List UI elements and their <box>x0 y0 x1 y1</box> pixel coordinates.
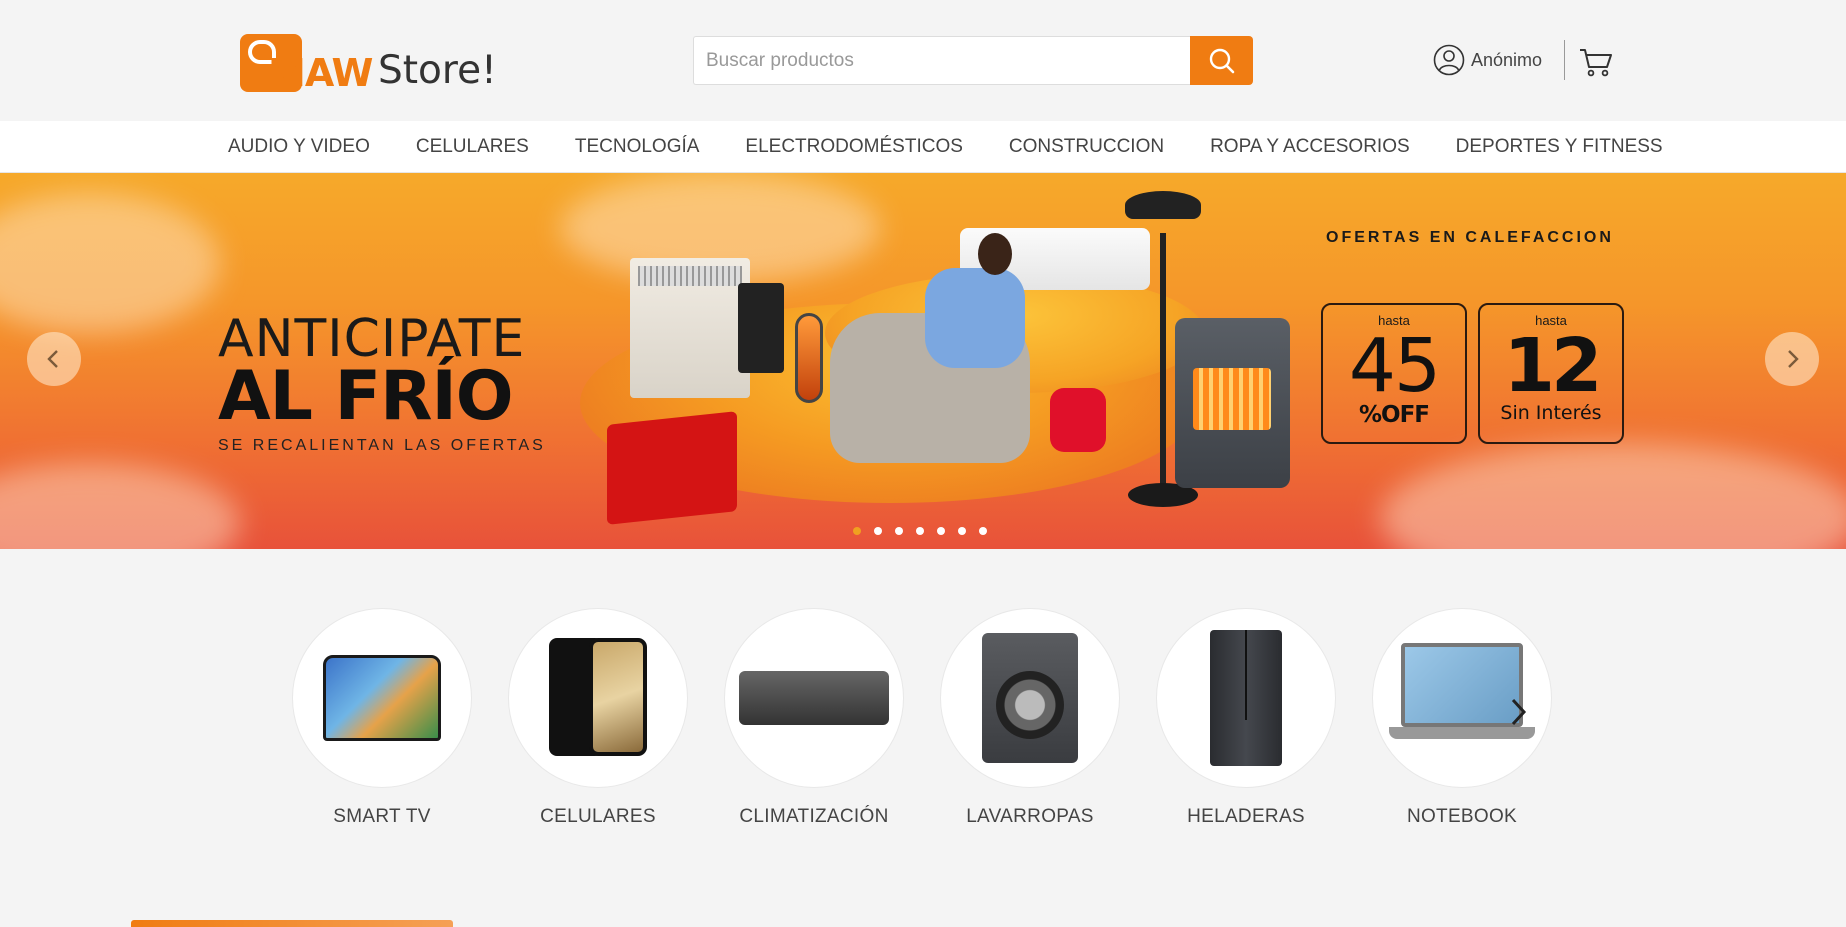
chevron-right-icon <box>1788 350 1799 368</box>
nav-item-audio-video[interactable]: AUDIO Y VIDEO <box>228 136 370 158</box>
category-image-circle <box>292 608 472 788</box>
section-accent-bar <box>131 920 453 927</box>
person-image <box>925 268 1025 368</box>
category-heladeras[interactable]: HELADERAS <box>1156 608 1336 828</box>
user-label: Anónimo <box>1471 49 1543 70</box>
nav-item-deportes-fitness[interactable]: DEPORTES Y FITNESS <box>1456 136 1663 158</box>
logo-primary-text: MAW <box>268 51 373 95</box>
fridge-image <box>1210 630 1282 766</box>
logo-mark: MAW <box>240 34 373 92</box>
cloud-decoration <box>1380 443 1846 549</box>
cart-button[interactable] <box>1578 46 1614 83</box>
category-image-circle <box>940 608 1120 788</box>
nav-item-construccion[interactable]: CONSTRUCCION <box>1009 136 1164 158</box>
store-logo[interactable]: MAW Store! <box>240 30 497 92</box>
offer-installments-suffix: Sin Interés <box>1500 402 1602 424</box>
offer-title: OFERTAS EN CALEFACCION <box>1326 229 1614 246</box>
carousel-dot[interactable] <box>937 527 945 535</box>
cloud-decoration <box>0 193 220 333</box>
phone-image <box>549 638 647 758</box>
search-button[interactable] <box>1190 36 1253 85</box>
cloud-decoration <box>0 463 240 549</box>
search-icon <box>1209 48 1234 73</box>
category-label: SMART TV <box>333 806 431 827</box>
search-input[interactable] <box>693 36 1190 85</box>
carousel-next-button[interactable] <box>1765 332 1819 386</box>
nav-item-celulares[interactable]: CELULARES <box>416 136 529 158</box>
header-divider <box>1564 40 1565 80</box>
carousel-dot[interactable] <box>853 527 861 535</box>
washing-machine-image <box>982 633 1078 763</box>
cart-icon <box>1580 49 1612 77</box>
air-conditioner-image <box>739 671 889 725</box>
carousel-dot[interactable] <box>916 527 924 535</box>
category-image-circle <box>1156 608 1336 788</box>
person-head-image <box>978 233 1012 275</box>
gas-heater-image <box>1175 318 1290 488</box>
hero-banner[interactable]: ANTICIPATE AL FRÍO SE RECALIENTAN LAS OF… <box>0 173 1846 549</box>
nav-item-electrodomesticos[interactable]: ELECTRODOMÉSTICOS <box>745 136 962 158</box>
patio-heater-head-image <box>1125 191 1201 219</box>
smart-tv-image <box>323 655 441 741</box>
carousel-dot[interactable] <box>874 527 882 535</box>
patio-heater-pole-image <box>1160 233 1166 493</box>
offer-installments-value: 12 <box>1503 323 1603 409</box>
convector-heater-image <box>630 258 750 398</box>
category-next-button[interactable] <box>1503 694 1533 730</box>
category-label: LAVARROPAS <box>966 806 1094 827</box>
site-header: MAW Store! Anónimo <box>0 0 1846 121</box>
chevron-right-icon <box>1511 698 1527 726</box>
logo-secondary-text: Store! <box>378 48 497 93</box>
category-nav: AUDIO Y VIDEO CELULARES TECNOLOGÍA ELECT… <box>0 121 1846 173</box>
category-label: NOTEBOOK <box>1406 806 1518 827</box>
category-carousel: SMART TV CELULARES CLIMATIZACIÓN LAVARRO… <box>292 608 1552 828</box>
red-heater-image <box>607 411 737 525</box>
category-label: CLIMATIZACIÓN <box>739 806 889 827</box>
offer-discount-value: 45 <box>1348 323 1441 409</box>
category-image-circle <box>724 608 904 788</box>
panel-heater-image <box>738 283 784 373</box>
category-image-circle <box>508 608 688 788</box>
nav-item-tecnologia[interactable]: TECNOLOGÍA <box>575 136 700 158</box>
hero-headline: ANTICIPATE AL FRÍO SE RECALIENTAN LAS OF… <box>218 313 546 455</box>
category-lavarropas[interactable]: LAVARROPAS <box>940 608 1120 828</box>
hero-headline-line2: AL FRÍO <box>218 357 514 436</box>
user-circle-icon <box>1433 44 1465 76</box>
carousel-dot[interactable] <box>895 527 903 535</box>
search-bar <box>693 36 1253 85</box>
carousel-prev-button[interactable] <box>27 332 81 386</box>
carousel-dot[interactable] <box>958 527 966 535</box>
offer-discount-box: hasta 45 %OFF <box>1321 303 1467 444</box>
offer-installments-box: hasta 12 Sin Interés <box>1478 303 1624 444</box>
hero-tagline: SE RECALIENTAN LAS OFERTAS <box>218 437 546 454</box>
chevron-left-icon <box>47 350 58 368</box>
carousel-dot[interactable] <box>979 527 987 535</box>
offer-discount-suffix: %OFF <box>1358 402 1430 428</box>
category-label: HELADERAS <box>1187 806 1305 827</box>
category-climatizacion[interactable]: CLIMATIZACIÓN <box>724 608 904 828</box>
category-celulares[interactable]: CELULARES <box>508 608 688 828</box>
carousel-dots <box>853 527 987 535</box>
category-label: CELULARES <box>540 806 656 827</box>
tower-heater-image <box>795 313 823 403</box>
fan-heater-image <box>1050 388 1106 452</box>
user-account[interactable]: Anónimo <box>1433 43 1542 77</box>
nav-item-ropa-accesorios[interactable]: ROPA Y ACCESORIOS <box>1210 136 1410 158</box>
category-smart-tv[interactable]: SMART TV <box>292 608 472 828</box>
